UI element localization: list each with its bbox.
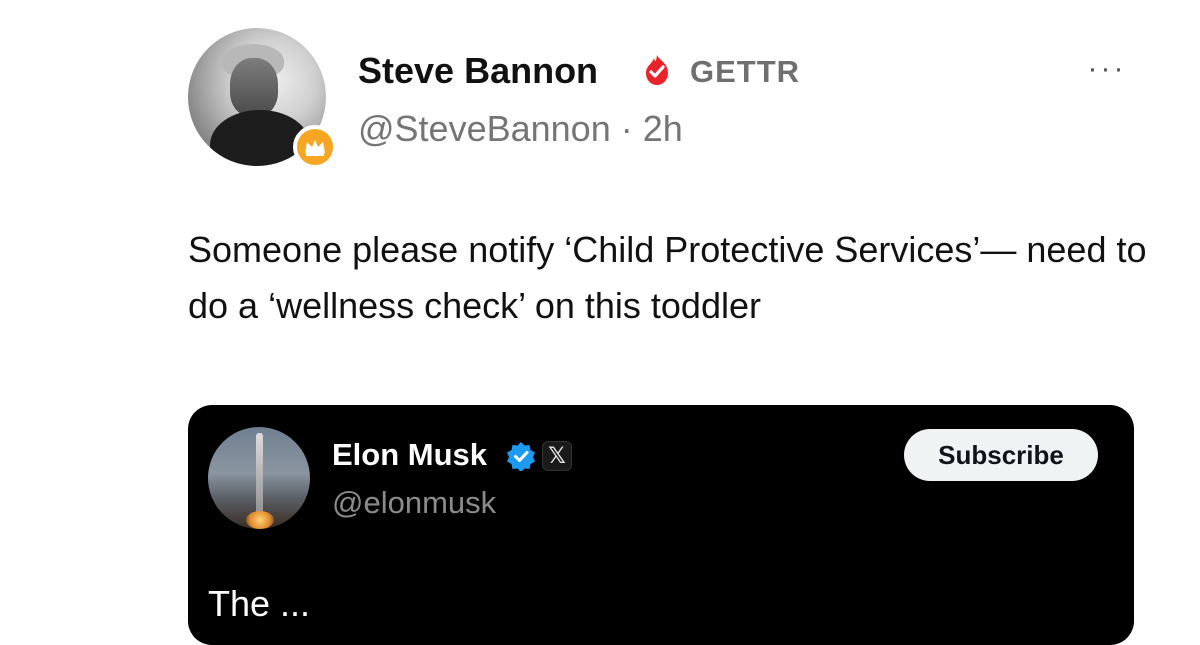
platform-label: GETTR xyxy=(690,54,801,89)
author-handle-line: @SteveBannon · 2h xyxy=(358,108,683,150)
verified-flame-icon xyxy=(646,55,668,85)
author-handle[interactable]: @SteveBannon xyxy=(358,108,611,149)
avatar-rocket xyxy=(256,433,263,519)
embed-author-handle[interactable]: @elonmusk xyxy=(332,485,496,521)
embed-author-display-name[interactable]: Elon Musk xyxy=(332,437,487,473)
gettr-post: Steve Bannon GETTR @SteveBannon · 2h ···… xyxy=(0,0,1200,645)
embedded-post-card[interactable]: Elon Musk 𝕏 @elonmusk Subscribe The ... xyxy=(188,405,1134,645)
embed-post-text: The ... xyxy=(208,583,311,624)
post-text: Someone please notify ‘Child Protective … xyxy=(188,229,1147,326)
subscribe-button[interactable]: Subscribe xyxy=(904,429,1098,481)
avatar-face xyxy=(230,58,278,116)
more-options-icon[interactable]: ··· xyxy=(1084,52,1130,86)
x-logo-icon: 𝕏 xyxy=(542,441,572,471)
verified-check-icon xyxy=(507,442,535,471)
post-time[interactable]: 2h xyxy=(643,108,683,149)
author-display-name[interactable]: Steve Bannon xyxy=(358,50,598,92)
avatar-rocket-flame xyxy=(246,511,274,529)
embed-author-avatar[interactable] xyxy=(208,427,310,529)
separator-dot: · xyxy=(620,108,633,149)
crown-icon xyxy=(293,125,337,169)
